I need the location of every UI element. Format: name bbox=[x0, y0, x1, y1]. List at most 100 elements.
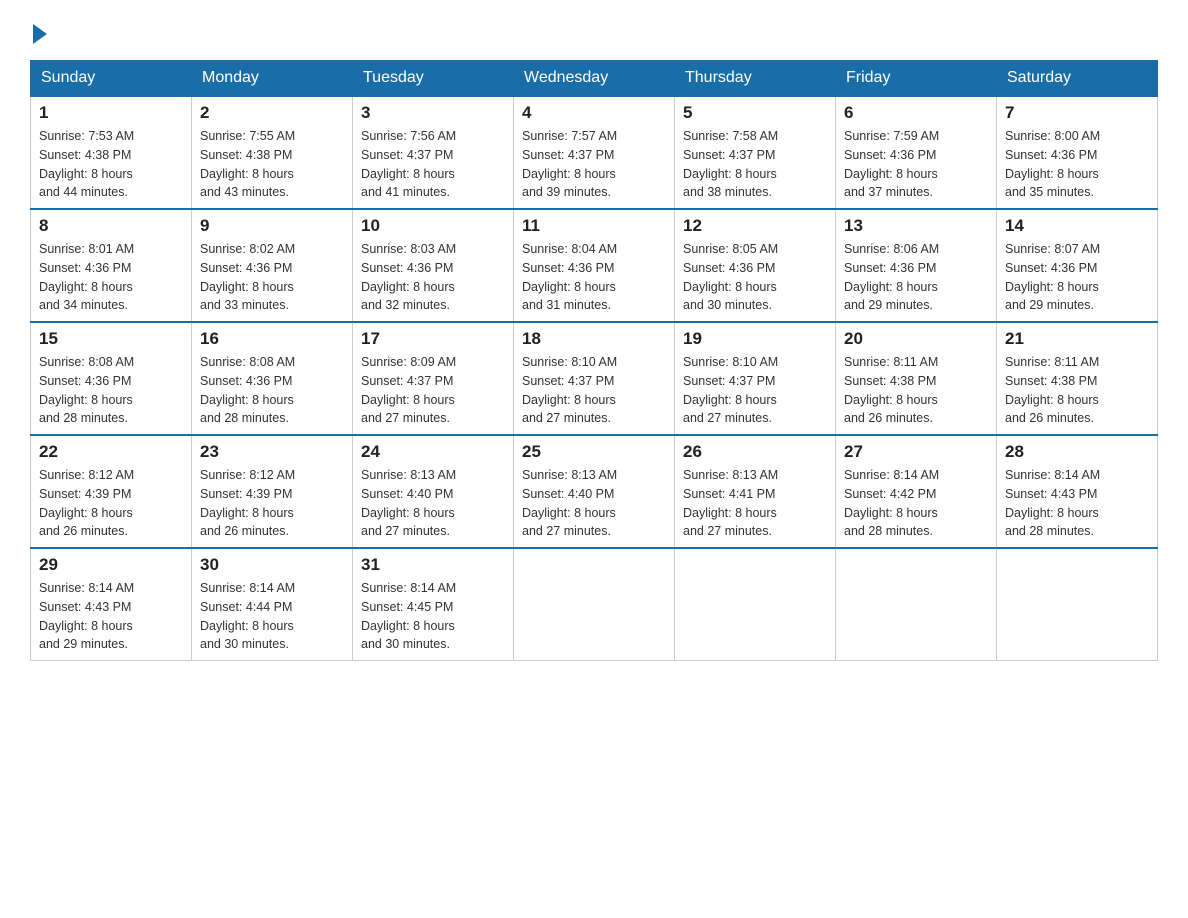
weekday-header-tuesday: Tuesday bbox=[353, 61, 514, 97]
day-info: Sunrise: 8:02 AMSunset: 4:36 PMDaylight:… bbox=[200, 240, 344, 315]
page-header bbox=[30, 20, 1158, 40]
weekday-header-thursday: Thursday bbox=[675, 61, 836, 97]
day-info: Sunrise: 8:08 AMSunset: 4:36 PMDaylight:… bbox=[39, 353, 183, 428]
calendar-cell: 17 Sunrise: 8:09 AMSunset: 4:37 PMDayligh… bbox=[353, 322, 514, 435]
day-info: Sunrise: 7:53 AMSunset: 4:38 PMDaylight:… bbox=[39, 127, 183, 202]
day-number: 6 bbox=[844, 103, 988, 123]
calendar-week-row: 1 Sunrise: 7:53 AMSunset: 4:38 PMDaylight… bbox=[31, 96, 1158, 209]
day-number: 25 bbox=[522, 442, 666, 462]
calendar-cell: 28 Sunrise: 8:14 AMSunset: 4:43 PMDayligh… bbox=[997, 435, 1158, 548]
day-number: 3 bbox=[361, 103, 505, 123]
calendar-cell: 10 Sunrise: 8:03 AMSunset: 4:36 PMDayligh… bbox=[353, 209, 514, 322]
day-number: 27 bbox=[844, 442, 988, 462]
calendar-table: SundayMondayTuesdayWednesdayThursdayFrid… bbox=[30, 60, 1158, 661]
day-info: Sunrise: 8:06 AMSunset: 4:36 PMDaylight:… bbox=[844, 240, 988, 315]
day-info: Sunrise: 8:14 AMSunset: 4:42 PMDaylight:… bbox=[844, 466, 988, 541]
calendar-week-row: 29Sunrise: 8:14 AMSunset: 4:43 PMDayligh… bbox=[31, 548, 1158, 661]
calendar-cell: 12Sunrise: 8:05 AMSunset: 4:36 PMDayligh… bbox=[675, 209, 836, 322]
day-number: 22 bbox=[39, 442, 183, 462]
day-info: Sunrise: 8:10 AMSunset: 4:37 PMDaylight:… bbox=[683, 353, 827, 428]
weekday-header-wednesday: Wednesday bbox=[514, 61, 675, 97]
day-info: Sunrise: 7:59 AMSunset: 4:36 PMDaylight:… bbox=[844, 127, 988, 202]
day-number: 2 bbox=[200, 103, 344, 123]
day-info: Sunrise: 8:14 AMSunset: 4:43 PMDaylight:… bbox=[1005, 466, 1149, 541]
day-info: Sunrise: 8:09 AMSunset: 4:37 PMDaylight:… bbox=[361, 353, 505, 428]
calendar-cell: 16 Sunrise: 8:08 AMSunset: 4:36 PMDayligh… bbox=[192, 322, 353, 435]
day-number: 5 bbox=[683, 103, 827, 123]
calendar-cell: 20 Sunrise: 8:11 AMSunset: 4:38 PMDayligh… bbox=[836, 322, 997, 435]
calendar-week-row: 8Sunrise: 8:01 AMSunset: 4:36 PMDaylight… bbox=[31, 209, 1158, 322]
day-info: Sunrise: 8:14 AMSunset: 4:45 PMDaylight:… bbox=[361, 579, 505, 654]
day-number: 26 bbox=[683, 442, 827, 462]
calendar-cell: 19 Sunrise: 8:10 AMSunset: 4:37 PMDayligh… bbox=[675, 322, 836, 435]
calendar-cell: 26 Sunrise: 8:13 AMSunset: 4:41 PMDayligh… bbox=[675, 435, 836, 548]
calendar-cell: 14 Sunrise: 8:07 AMSunset: 4:36 PMDayligh… bbox=[997, 209, 1158, 322]
calendar-cell: 23 Sunrise: 8:12 AMSunset: 4:39 PMDayligh… bbox=[192, 435, 353, 548]
day-number: 1 bbox=[39, 103, 183, 123]
day-number: 29 bbox=[39, 555, 183, 575]
logo bbox=[30, 20, 47, 40]
day-number: 4 bbox=[522, 103, 666, 123]
day-number: 20 bbox=[844, 329, 988, 349]
calendar-cell: 18 Sunrise: 8:10 AMSunset: 4:37 PMDayligh… bbox=[514, 322, 675, 435]
calendar-cell bbox=[836, 548, 997, 661]
calendar-cell: 3Sunrise: 7:56 AMSunset: 4:37 PMDaylight… bbox=[353, 96, 514, 209]
day-info: Sunrise: 8:05 AMSunset: 4:36 PMDaylight:… bbox=[683, 240, 827, 315]
calendar-cell: 11 Sunrise: 8:04 AMSunset: 4:36 PMDayligh… bbox=[514, 209, 675, 322]
day-number: 16 bbox=[200, 329, 344, 349]
calendar-week-row: 22 Sunrise: 8:12 AMSunset: 4:39 PMDayligh… bbox=[31, 435, 1158, 548]
calendar-cell: 1 Sunrise: 7:53 AMSunset: 4:38 PMDaylight… bbox=[31, 96, 192, 209]
day-info: Sunrise: 8:11 AMSunset: 4:38 PMDaylight:… bbox=[844, 353, 988, 428]
day-number: 18 bbox=[522, 329, 666, 349]
calendar-cell: 30 Sunrise: 8:14 AMSunset: 4:44 PMDayligh… bbox=[192, 548, 353, 661]
day-info: Sunrise: 8:13 AMSunset: 4:40 PMDaylight:… bbox=[361, 466, 505, 541]
day-number: 24 bbox=[361, 442, 505, 462]
day-number: 23 bbox=[200, 442, 344, 462]
day-info: Sunrise: 8:03 AMSunset: 4:36 PMDaylight:… bbox=[361, 240, 505, 315]
logo-arrow-icon bbox=[33, 24, 47, 44]
calendar-cell bbox=[997, 548, 1158, 661]
day-info: Sunrise: 8:14 AMSunset: 4:44 PMDaylight:… bbox=[200, 579, 344, 654]
day-number: 10 bbox=[361, 216, 505, 236]
calendar-cell: 25 Sunrise: 8:13 AMSunset: 4:40 PMDayligh… bbox=[514, 435, 675, 548]
calendar-cell: 22 Sunrise: 8:12 AMSunset: 4:39 PMDayligh… bbox=[31, 435, 192, 548]
calendar-cell: 9Sunrise: 8:02 AMSunset: 4:36 PMDaylight… bbox=[192, 209, 353, 322]
day-info: Sunrise: 8:00 AMSunset: 4:36 PMDaylight:… bbox=[1005, 127, 1149, 202]
calendar-cell: 2Sunrise: 7:55 AMSunset: 4:38 PMDaylight… bbox=[192, 96, 353, 209]
calendar-cell: 13 Sunrise: 8:06 AMSunset: 4:36 PMDayligh… bbox=[836, 209, 997, 322]
day-number: 30 bbox=[200, 555, 344, 575]
day-number: 7 bbox=[1005, 103, 1149, 123]
day-info: Sunrise: 8:04 AMSunset: 4:36 PMDaylight:… bbox=[522, 240, 666, 315]
calendar-cell: 7 Sunrise: 8:00 AMSunset: 4:36 PMDaylight… bbox=[997, 96, 1158, 209]
weekday-header-sunday: Sunday bbox=[31, 61, 192, 97]
day-number: 28 bbox=[1005, 442, 1149, 462]
day-info: Sunrise: 8:12 AMSunset: 4:39 PMDaylight:… bbox=[39, 466, 183, 541]
calendar-cell: 6 Sunrise: 7:59 AMSunset: 4:36 PMDaylight… bbox=[836, 96, 997, 209]
calendar-cell bbox=[675, 548, 836, 661]
day-number: 17 bbox=[361, 329, 505, 349]
calendar-cell: 27 Sunrise: 8:14 AMSunset: 4:42 PMDayligh… bbox=[836, 435, 997, 548]
calendar-cell: 4 Sunrise: 7:57 AMSunset: 4:37 PMDaylight… bbox=[514, 96, 675, 209]
day-number: 19 bbox=[683, 329, 827, 349]
day-info: Sunrise: 8:08 AMSunset: 4:36 PMDaylight:… bbox=[200, 353, 344, 428]
day-number: 14 bbox=[1005, 216, 1149, 236]
day-info: Sunrise: 8:11 AMSunset: 4:38 PMDaylight:… bbox=[1005, 353, 1149, 428]
day-info: Sunrise: 8:13 AMSunset: 4:41 PMDaylight:… bbox=[683, 466, 827, 541]
weekday-header-monday: Monday bbox=[192, 61, 353, 97]
day-info: Sunrise: 8:12 AMSunset: 4:39 PMDaylight:… bbox=[200, 466, 344, 541]
calendar-cell: 5Sunrise: 7:58 AMSunset: 4:37 PMDaylight… bbox=[675, 96, 836, 209]
calendar-cell: 15Sunrise: 8:08 AMSunset: 4:36 PMDayligh… bbox=[31, 322, 192, 435]
day-number: 11 bbox=[522, 216, 666, 236]
day-number: 21 bbox=[1005, 329, 1149, 349]
day-info: Sunrise: 7:57 AMSunset: 4:37 PMDaylight:… bbox=[522, 127, 666, 202]
day-info: Sunrise: 8:01 AMSunset: 4:36 PMDaylight:… bbox=[39, 240, 183, 315]
day-info: Sunrise: 8:07 AMSunset: 4:36 PMDaylight:… bbox=[1005, 240, 1149, 315]
weekday-header-saturday: Saturday bbox=[997, 61, 1158, 97]
calendar-cell: 8Sunrise: 8:01 AMSunset: 4:36 PMDaylight… bbox=[31, 209, 192, 322]
day-number: 31 bbox=[361, 555, 505, 575]
day-number: 13 bbox=[844, 216, 988, 236]
day-info: Sunrise: 8:13 AMSunset: 4:40 PMDaylight:… bbox=[522, 466, 666, 541]
calendar-header-row: SundayMondayTuesdayWednesdayThursdayFrid… bbox=[31, 61, 1158, 97]
day-info: Sunrise: 8:10 AMSunset: 4:37 PMDaylight:… bbox=[522, 353, 666, 428]
calendar-cell: 24 Sunrise: 8:13 AMSunset: 4:40 PMDayligh… bbox=[353, 435, 514, 548]
